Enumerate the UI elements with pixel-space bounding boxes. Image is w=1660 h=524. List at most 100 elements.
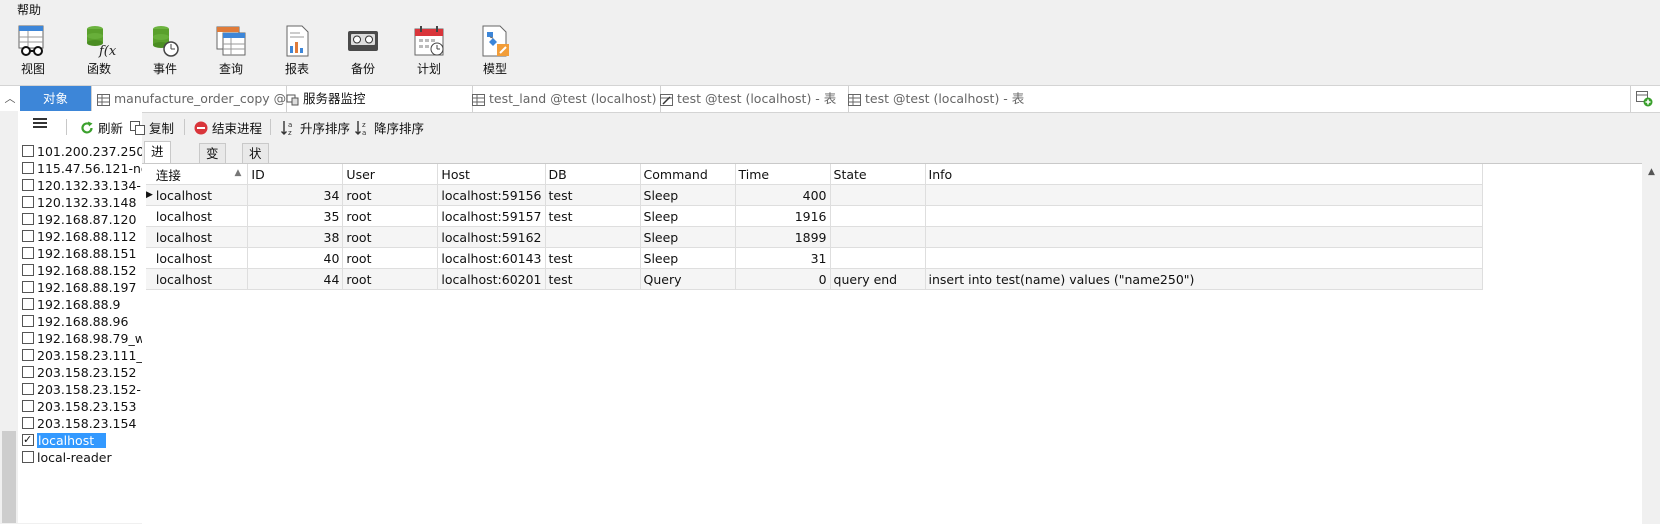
table-cell[interactable]: 0 [735, 268, 831, 290]
table-cell[interactable]: 31 [735, 247, 831, 269]
table-cell[interactable]: 1899 [735, 226, 831, 248]
table-cell[interactable]: test [545, 268, 641, 290]
toolbar-event-button[interactable]: 事件 [136, 24, 194, 82]
host-checkbox[interactable] [22, 264, 34, 276]
column-header-db[interactable]: DB [545, 164, 641, 185]
tab-test-table[interactable]: test @test (localhost) - 表 [842, 86, 1036, 112]
new-tab-button[interactable] [1636, 91, 1653, 110]
host-item[interactable]: 203.158.23.152-re [22, 381, 142, 398]
toolbar-report-button[interactable]: 报表 [268, 24, 326, 82]
tab-server-monitor[interactable]: 服务器监控 [280, 86, 473, 112]
host-item[interactable]: 120.132.33.148 [22, 194, 142, 211]
table-row[interactable]: localhost 40 root localhost:60143 test Sleep 3… [146, 247, 1483, 269]
host-item[interactable]: 192.168.87.120 [22, 211, 142, 228]
table-cell[interactable]: 34 [247, 184, 344, 206]
table-cell[interactable] [830, 226, 926, 248]
sort-ascending-button[interactable]: az 升序排序 [280, 118, 350, 137]
host-checkbox[interactable] [22, 196, 34, 208]
table-cell[interactable]: query end [830, 268, 926, 290]
scroll-up-arrow-icon[interactable]: ▲ [1643, 167, 1660, 177]
host-checkbox[interactable] [22, 281, 34, 293]
table-cell[interactable]: localhost [152, 226, 249, 248]
table-cell[interactable]: localhost [152, 184, 249, 206]
subtab-status[interactable]: 状态 [242, 143, 269, 181]
table-cell[interactable]: test [545, 205, 641, 227]
host-item[interactable]: 203.158.23.152 [22, 364, 142, 381]
table-cell[interactable]: test [545, 184, 641, 206]
table-row[interactable]: ▶ localhost 34 root localhost:59156 test Sleep… [146, 184, 1483, 206]
table-cell[interactable]: Sleep [640, 226, 736, 248]
tab-objects[interactable]: 对象 [20, 86, 92, 112]
table-cell[interactable] [545, 226, 641, 248]
table-cell[interactable]: root [342, 226, 439, 248]
host-checkbox[interactable] [22, 145, 34, 157]
host-checkbox[interactable] [22, 383, 34, 395]
toolbar-schedule-button[interactable]: 计划 [400, 24, 458, 82]
host-item[interactable]: 192.168.88.197 [22, 279, 142, 296]
table-cell[interactable]: localhost:59156 [437, 184, 546, 206]
host-item[interactable]: 192.168.88.96 [22, 313, 142, 330]
column-header-id[interactable]: ID [247, 164, 344, 185]
table-cell[interactable]: 400 [735, 184, 831, 206]
table-row[interactable]: localhost 44 root localhost:60201 test Query 0… [146, 268, 1483, 290]
toolbar-model-button[interactable]: 模型 [466, 24, 524, 82]
host-item[interactable]: 115.47.56.121-nor [22, 160, 142, 177]
table-row[interactable]: localhost 35 root localhost:59157 test Sleep 1… [146, 205, 1483, 227]
table-cell[interactable]: insert into test(name) values ("name250"… [925, 268, 1483, 290]
menu-hamburger-icon[interactable] [32, 115, 48, 134]
table-cell[interactable]: Sleep [640, 247, 736, 269]
host-checkbox[interactable] [22, 349, 34, 361]
table-cell[interactable] [830, 184, 926, 206]
table-cell[interactable]: Sleep [640, 184, 736, 206]
host-item[interactable]: 203.158.23.154 [22, 415, 142, 432]
host-checkbox[interactable] [22, 332, 34, 344]
column-header-time[interactable]: Time [735, 164, 831, 185]
toolbar-query-button[interactable]: 查询 [202, 24, 260, 82]
table-cell[interactable] [925, 226, 1483, 248]
tab-test-land[interactable]: test_land @test (localhost) -... [466, 86, 661, 112]
column-header-info[interactable]: Info [925, 164, 1483, 185]
host-checkbox[interactable] [22, 451, 34, 463]
copy-button[interactable]: 复制 [130, 118, 174, 137]
host-checkbox[interactable] [22, 417, 34, 429]
toolbar-backup-button[interactable]: 备份 [334, 24, 392, 82]
table-cell[interactable]: localhost [152, 247, 249, 269]
table-cell[interactable]: localhost:60143 [437, 247, 546, 269]
table-cell[interactable]: localhost:59162 [437, 226, 546, 248]
toolbar-view-button[interactable]: 视图 [4, 24, 62, 82]
host-item[interactable]: 192.168.88.9 [22, 296, 142, 313]
table-row[interactable]: localhost 38 root localhost:59162 Sleep 1899 [146, 226, 1483, 248]
sort-descending-button[interactable]: za 降序排序 [354, 118, 424, 137]
host-checkbox[interactable] [22, 432, 34, 448]
refresh-button[interactable]: 刷新 [80, 118, 123, 137]
host-checkbox[interactable] [22, 247, 34, 259]
table-cell[interactable]: localhost [152, 268, 249, 290]
table-cell[interactable]: 44 [247, 268, 344, 290]
table-cell[interactable]: test [545, 247, 641, 269]
host-item[interactable]: 192.168.98.79_wj [22, 330, 142, 347]
table-cell[interactable]: 1916 [735, 205, 831, 227]
table-cell[interactable]: 40 [247, 247, 344, 269]
table-cell[interactable]: localhost [152, 205, 249, 227]
table-cell[interactable] [830, 247, 926, 269]
column-header-state[interactable]: State [830, 164, 926, 185]
table-cell[interactable]: root [342, 247, 439, 269]
column-header-connection[interactable]: 连接 ▲ [152, 164, 249, 185]
table-cell[interactable]: localhost:60201 [437, 268, 546, 290]
table-cell[interactable] [925, 247, 1483, 269]
tab-manufacture-order-copy[interactable]: manufacture_order_copy @... [91, 86, 287, 112]
toolbar-function-button[interactable]: f(x) 函数 [70, 24, 128, 82]
subtab-process-list[interactable]: 进程列表 [144, 141, 171, 219]
table-cell[interactable]: root [342, 205, 439, 227]
grid-vertical-scrollbar[interactable]: ▲ [1643, 163, 1660, 523]
host-checkbox[interactable] [22, 366, 34, 378]
tab-test-design[interactable]: test @test (localhost) - 表 [654, 86, 849, 112]
sidebar-scroll-thumb[interactable] [2, 431, 16, 523]
table-cell[interactable] [925, 184, 1483, 206]
column-header-host[interactable]: Host [437, 164, 546, 185]
host-item[interactable]: 192.168.88.112 [22, 228, 142, 245]
host-checkbox[interactable] [22, 162, 34, 174]
table-cell[interactable]: root [342, 184, 439, 206]
table-cell[interactable]: 38 [247, 226, 344, 248]
host-checkbox[interactable] [22, 315, 34, 327]
